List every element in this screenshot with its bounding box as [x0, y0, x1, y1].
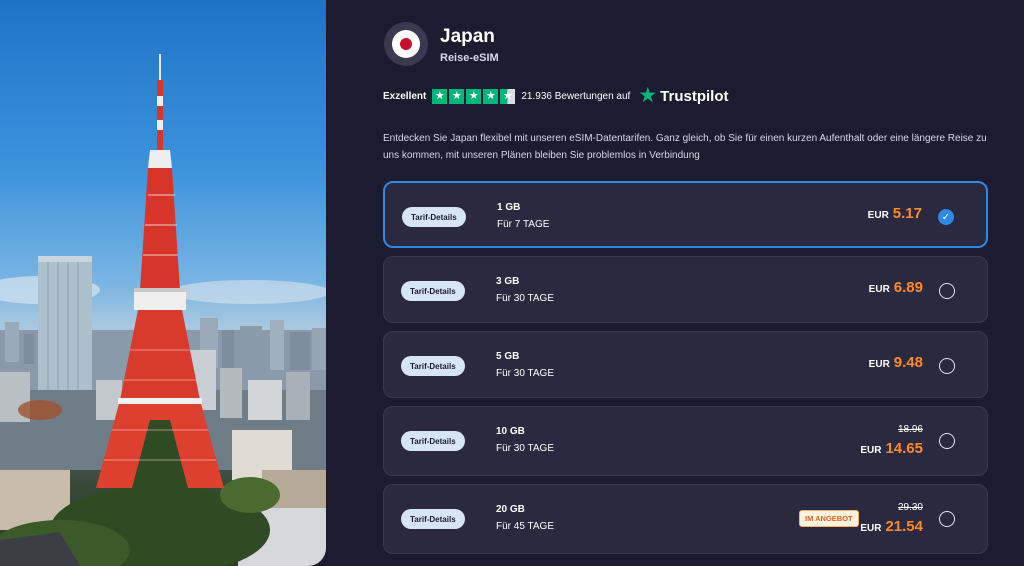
trustpilot-rating[interactable]: Exzellent ★ ★ ★ ★ ★ 21.936 Bewertungen a…: [383, 84, 729, 107]
old-price: 29.30: [897, 502, 923, 513]
price-currency: EUR: [868, 284, 890, 295]
plan-duration: Für 30 TAGE: [496, 443, 554, 454]
price-value: 6.89: [893, 279, 923, 296]
price-value: 14.65: [885, 440, 923, 457]
plan-card-1gb[interactable]: Tarif-Details 1 GB Für 7 TAGE EUR 5.17 ✓: [383, 181, 988, 248]
hero-image: [0, 0, 326, 566]
sale-badge: IM ANGEBOT: [799, 510, 859, 527]
description-text: Entdecken Sie Japan flexibel mit unseren…: [383, 133, 987, 161]
rating-label: Exzellent: [383, 90, 427, 102]
tarif-details-button[interactable]: Tarif-Details: [401, 356, 465, 376]
product-panel: Japan Reise-eSIM Exzellent ★ ★ ★ ★ ★ 21.…: [326, 0, 1024, 566]
radio-button[interactable]: [939, 433, 955, 449]
price: EUR 9.48: [869, 354, 923, 371]
product-subtitle: Reise-eSIM: [440, 52, 499, 64]
price-value: 21.54: [885, 518, 923, 535]
price: EUR 6.89: [869, 279, 923, 296]
country-title: Japan: [440, 26, 495, 47]
old-price: 18.96: [897, 424, 923, 435]
tarif-details-button[interactable]: Tarif-Details: [402, 207, 466, 227]
price-value: 5.17: [892, 205, 922, 222]
flag-white-field: [392, 30, 420, 58]
price-value: 9.48: [893, 354, 923, 371]
trustpilot-logo[interactable]: ★ Trustpilot: [638, 84, 729, 107]
price-currency: EUR: [860, 445, 882, 456]
half-star-icon: ★: [500, 88, 516, 104]
check-icon[interactable]: ✓: [938, 209, 954, 225]
plan-duration: Für 30 TAGE: [496, 293, 554, 304]
price: EUR 14.65: [860, 440, 923, 457]
plan-data-size: 20 GB: [496, 504, 525, 515]
plan-duration: Für 7 TAGE: [497, 219, 550, 230]
plan-data-size: 1 GB: [497, 202, 521, 213]
price-currency: EUR: [860, 523, 882, 534]
tarif-details-button[interactable]: Tarif-Details: [401, 431, 465, 451]
trustpilot-star-icon: ★: [638, 84, 658, 107]
plan-card-10gb[interactable]: Tarif-Details 10 GB Für 30 TAGE 18.96 EU…: [383, 406, 988, 476]
radio-button[interactable]: [939, 283, 955, 299]
plan-card-20gb[interactable]: Tarif-Details 20 GB Für 45 TAGE IM ANGEB…: [383, 484, 988, 554]
japan-flag-icon: [384, 22, 428, 66]
tarif-details-button[interactable]: Tarif-Details: [401, 509, 465, 529]
radio-button[interactable]: [939, 511, 955, 527]
star-icon: ★: [449, 88, 465, 104]
price: EUR 21.54: [860, 518, 923, 535]
tokyo-tower-illustration: [0, 54, 326, 566]
flag-red-disc: [400, 38, 412, 50]
plan-data-size: 10 GB: [496, 426, 525, 437]
plan-duration: Für 30 TAGE: [496, 368, 554, 379]
price-currency: EUR: [867, 210, 889, 221]
plan-duration: Für 45 TAGE: [496, 521, 554, 532]
star-icon: ★: [432, 88, 448, 104]
page: Japan Reise-eSIM Exzellent ★ ★ ★ ★ ★ 21.…: [0, 0, 1024, 566]
radio-button[interactable]: [939, 358, 955, 374]
plan-data-size: 3 GB: [496, 276, 520, 287]
star-icon: ★: [466, 88, 482, 104]
plan-data-size: 5 GB: [496, 351, 520, 362]
price-currency: EUR: [868, 359, 890, 370]
star-icon: ★: [483, 88, 499, 104]
plan-card-5gb[interactable]: Tarif-Details 5 GB Für 30 TAGE EUR 9.48: [383, 331, 988, 398]
plan-list: Tarif-Details 1 GB Für 7 TAGE EUR 5.17 ✓…: [383, 181, 988, 562]
plan-card-3gb[interactable]: Tarif-Details 3 GB Für 30 TAGE EUR 6.89: [383, 256, 988, 323]
rating-stars: ★ ★ ★ ★ ★: [432, 88, 516, 104]
reviews-count: 21.936 Bewertungen auf: [521, 90, 631, 102]
tarif-details-button[interactable]: Tarif-Details: [401, 281, 465, 301]
trustpilot-wordmark: Trustpilot: [660, 87, 729, 105]
price: EUR 5.17: [868, 205, 922, 222]
